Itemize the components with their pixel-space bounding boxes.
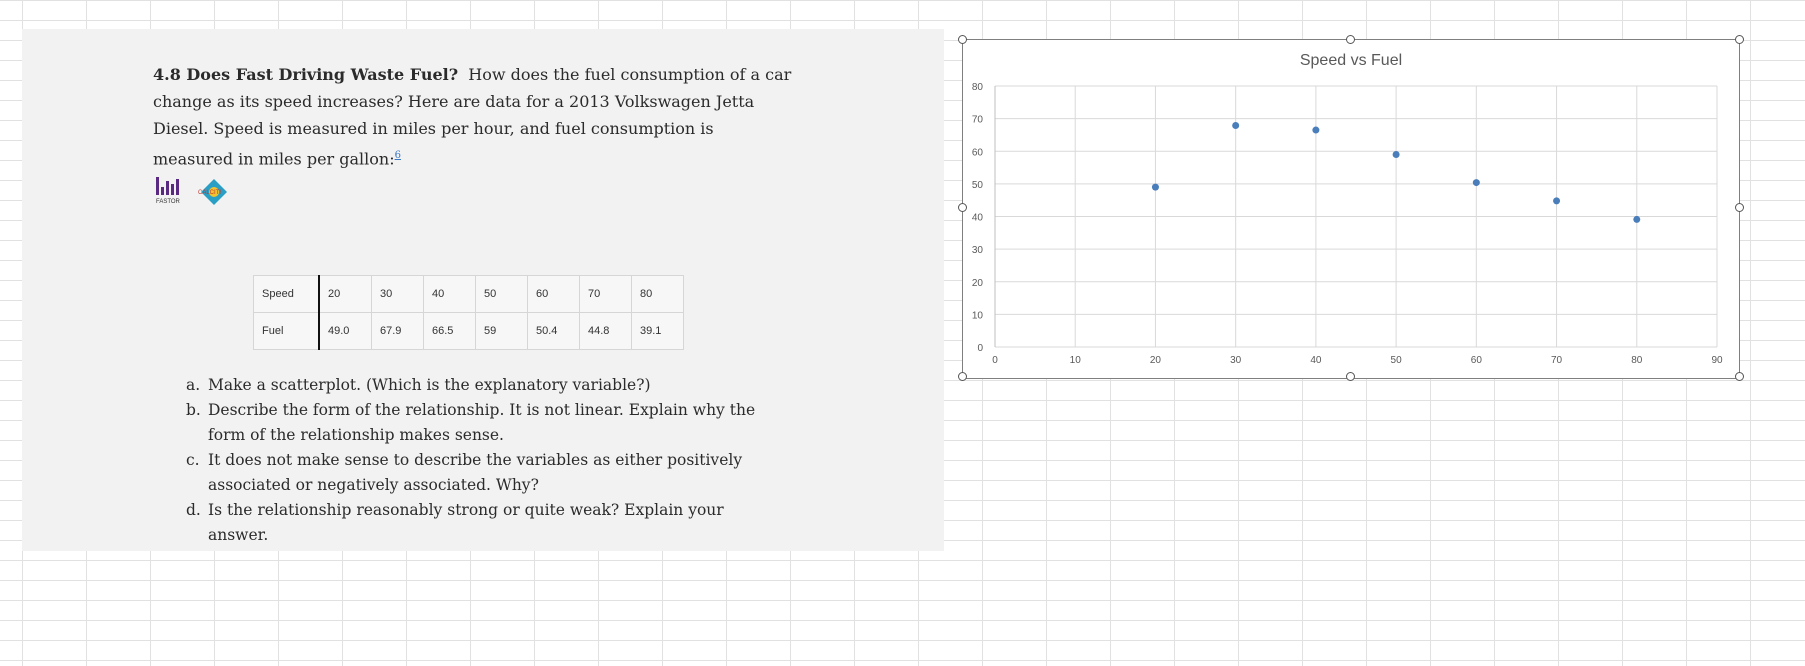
x-tick-label: 50 xyxy=(1391,355,1403,366)
x-tick-label: 0 xyxy=(992,355,998,366)
y-tick-label: 10 xyxy=(972,310,984,321)
data-point[interactable] xyxy=(1232,121,1240,129)
scatter-chart[interactable]: Speed vs Fuel 0 10 20 30 40 50 60 70 80 90 0 10 20 30… xyxy=(962,39,1740,379)
y-tick-label: 30 xyxy=(972,245,984,256)
table-cell: 40 xyxy=(423,275,476,313)
y-tick-label: 40 xyxy=(972,213,984,224)
table-cell: 80 xyxy=(631,275,684,313)
row-label-fuel: Fuel xyxy=(253,312,320,350)
x-tick-label: 10 xyxy=(1070,355,1082,366)
table-cell: 50 xyxy=(475,275,528,313)
data-table: Speed 20 30 40 50 60 70 80 Fuel 49.0 67.… xyxy=(253,275,684,350)
resize-handle-top-right[interactable] xyxy=(1735,35,1744,44)
x-tick-label: 20 xyxy=(1150,355,1162,366)
question-d: d. Is the relationship reasonably strong… xyxy=(186,498,786,548)
y-tick-label: 70 xyxy=(972,115,984,126)
resize-handle-middle-left[interactable] xyxy=(958,203,967,212)
data-point[interactable] xyxy=(1633,215,1641,223)
x-tick-label: 40 xyxy=(1310,355,1322,366)
table-cell: 70 xyxy=(579,275,632,313)
question-text: It does not make sense to describe the v… xyxy=(208,451,743,494)
problem-image[interactable]: 4.8 Does Fast Driving Waste Fuel? How do… xyxy=(22,29,944,551)
question-list: a. Make a scatterplot. (Which is the exp… xyxy=(186,373,786,548)
question-text: Is the relationship reasonably strong or… xyxy=(208,501,724,544)
footnote-link[interactable]: 6 xyxy=(395,150,401,161)
table-cell: 49.0 xyxy=(318,312,372,350)
table-cell: 20 xyxy=(318,275,372,313)
resize-handle-bottom-center[interactable] xyxy=(1346,372,1355,381)
data-point[interactable] xyxy=(1553,197,1561,205)
question-text: Describe the form of the relationship. I… xyxy=(208,401,756,444)
question-text: Make a scatterplot. (Which is the explan… xyxy=(208,376,651,394)
row-label-speed: Speed xyxy=(253,275,320,313)
question-letter: d. xyxy=(186,501,201,519)
y-tick-label: 60 xyxy=(972,147,984,158)
table-row-speed: Speed 20 30 40 50 60 70 80 xyxy=(253,275,684,313)
y-tick-label: 0 xyxy=(977,343,983,354)
y-tick-label: 20 xyxy=(972,278,984,289)
resize-handle-middle-right[interactable] xyxy=(1735,203,1744,212)
question-b: b. Describe the form of the relationship… xyxy=(186,398,786,448)
resize-handle-bottom-left[interactable] xyxy=(958,372,967,381)
table-cell: 66.5 xyxy=(423,312,476,350)
table-cell: 67.9 xyxy=(371,312,424,350)
problem-intro: 4.8 Does Fast Driving Waste Fuel? How do… xyxy=(153,61,793,172)
x-tick-label: 60 xyxy=(1471,355,1483,366)
question-c: c. It does not make sense to describe th… xyxy=(186,448,786,498)
x-tick-label: 30 xyxy=(1230,355,1242,366)
data-point[interactable] xyxy=(1392,151,1400,159)
chart-plot-svg[interactable]: Speed vs Fuel 0 10 20 30 40 50 60 70 80 90 0 10 20 30… xyxy=(963,40,1739,378)
y-tick-label: 80 xyxy=(972,82,984,93)
data-point[interactable] xyxy=(1312,126,1320,134)
y-tick-label: 50 xyxy=(972,180,984,191)
question-letter: a. xyxy=(186,376,201,394)
table-cell: 60 xyxy=(527,275,580,313)
calcit-logo-label: CALCIT! xyxy=(198,190,221,196)
gridlines xyxy=(994,85,1718,348)
x-tick-label: 80 xyxy=(1631,355,1643,366)
problem-title: 4.8 Does Fast Driving Waste Fuel? xyxy=(153,65,459,84)
chart-title[interactable]: Speed vs Fuel xyxy=(1300,52,1402,69)
resize-handle-bottom-right[interactable] xyxy=(1735,372,1744,381)
resize-handle-top-left[interactable] xyxy=(958,35,967,44)
x-tick-label: 70 xyxy=(1551,355,1563,366)
data-point[interactable] xyxy=(1472,179,1480,187)
resize-handle-top-center[interactable] xyxy=(1346,35,1355,44)
data-point[interactable] xyxy=(1151,183,1159,191)
axis-ticks: 0 10 20 30 40 50 60 70 80 90 0 10 20 30 40 50 60 70 80 xyxy=(972,82,1723,366)
question-a: a. Make a scatterplot. (Which is the exp… xyxy=(186,373,786,398)
x-tick-label: 90 xyxy=(1711,355,1723,366)
calcit-logo[interactable]: CALCIT! xyxy=(194,177,254,207)
fastor-logo-label: FASTOR xyxy=(156,199,181,205)
question-letter: b. xyxy=(186,401,201,419)
table-cell: 50.4 xyxy=(527,312,580,350)
table-cell: 30 xyxy=(371,275,424,313)
table-cell: 39.1 xyxy=(631,312,684,350)
fastor-logo[interactable]: FASTOR xyxy=(154,175,188,205)
question-letter: c. xyxy=(186,451,200,469)
table-cell: 59 xyxy=(475,312,528,350)
table-row-fuel: Fuel 49.0 67.9 66.5 59 50.4 44.8 39.1 xyxy=(253,312,684,350)
table-cell: 44.8 xyxy=(579,312,632,350)
